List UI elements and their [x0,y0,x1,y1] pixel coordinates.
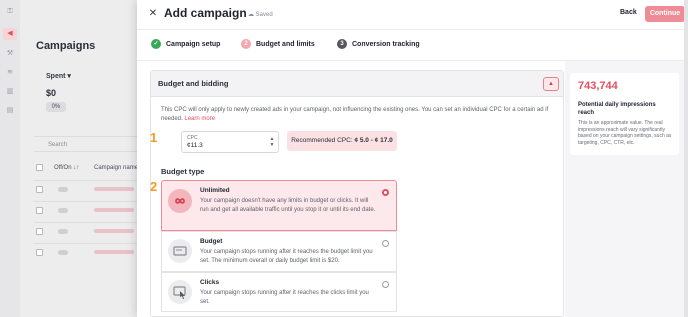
spent-percent-badge: 0% [46,102,66,112]
stepper-arrows-icon[interactable]: ▲ ▼ [268,136,276,148]
search-placeholder: Search [48,142,68,148]
table-row[interactable] [34,201,138,221]
wizard-steps: ✓ Campaign setup 2 Budget and limits 3 C… [137,29,688,61]
table-row[interactable] [34,180,138,200]
reach-title: Potential daily impressions reach [578,102,656,116]
recommended-range: ¢ 5.0 - ¢ 17.0 [354,137,393,144]
continue-button[interactable]: Continue [645,6,685,22]
budget-option-budget[interactable]: Budget Your campaign stops running after… [161,231,397,272]
step-number: 3 [337,39,347,49]
budget-type-title: Budget type [161,167,205,176]
panel-header: ✕ Add campaign ☁ Saved Back Continue [137,0,688,29]
panel-title: Add campaign [164,6,247,20]
check-icon: ✓ [151,39,161,49]
close-icon[interactable]: ✕ [148,8,158,20]
cpc-input[interactable]: CPC ¢11.3 ▲ ▼ [181,131,279,153]
cursor-click-icon [168,280,192,304]
option-title: Clicks [200,279,220,286]
campaign-search[interactable]: Search [34,136,138,152]
section-title: Budget and bidding [158,79,229,88]
step-number: 2 [241,39,251,49]
row-toggle[interactable] [58,250,68,255]
select-all-checkbox[interactable] [36,164,43,171]
reach-card: 743,744 Potential daily impressions reac… [570,73,679,155]
layers-icon[interactable]: ≋ [6,69,14,76]
section-header: Budget and bidding ▲ [151,71,563,97]
add-campaign-panel: ✕ Add campaign ☁ Saved Back Continue ✓ C… [137,0,688,317]
step-label: Campaign setup [166,41,221,48]
document-icon[interactable]: ▤ [6,107,14,114]
option-desc: Your campaign stops running after it rea… [200,249,373,264]
step-label: Conversion tracking [352,41,420,48]
row-checkbox[interactable] [36,228,43,235]
row-toggle[interactable] [58,187,68,192]
wallet-icon [168,239,192,263]
saved-label: Saved [255,12,273,18]
tools-icon[interactable]: ⚒ [6,50,14,57]
cpc-note: This CPC will only apply to newly create… [161,106,557,124]
learn-more-link[interactable]: Learn more [184,116,215,122]
cpc-label: CPC [187,135,198,141]
row-name[interactable] [94,229,134,233]
spent-dropdown[interactable]: Spent ▾ [46,72,71,80]
cloud-icon: ☁ [248,12,254,18]
row-checkbox[interactable] [36,249,43,256]
row-name[interactable] [94,250,134,254]
table-row[interactable] [34,243,138,263]
recommended-prefix: Recommended CPC: [291,137,353,144]
spent-value: $0 [46,88,57,98]
scrollbar[interactable] [684,0,688,317]
collapse-chevron-up-icon[interactable]: ▲ [543,77,559,91]
budget-option-unlimited[interactable]: Unlimited Your campaign doesn't have any… [161,180,397,231]
back-button[interactable]: Back [620,9,637,16]
stats-icon[interactable]: ▥ [6,88,14,95]
column-campaign-name[interactable]: Campaign name [94,160,138,176]
saved-status: ☁ Saved [248,11,273,18]
radio-unselected[interactable] [382,240,389,247]
option-title: Budget [200,238,223,245]
budget-bidding-section: Budget and bidding ▲ This CPC will only … [150,70,564,317]
cpc-value[interactable]: ¢11.3 [187,142,203,149]
infinity-icon [168,189,192,213]
step-label: Budget and limits [256,41,315,48]
option-title: Unlimited [200,187,230,194]
reach-sidebar: 743,744 Potential daily impressions reac… [565,61,688,317]
cpc-note-text: This CPC will only apply to newly create… [161,107,549,122]
table-row[interactable] [34,222,138,242]
campaigns-title: Campaigns [36,40,96,52]
megaphone-icon[interactable]: ◀ [3,28,17,40]
option-desc: Your campaign doesn't have any limits in… [200,198,376,213]
left-nav-rail: ⚿ ◀ ⚒ ≋ ▥ ▤ [0,0,20,317]
row-name[interactable] [94,208,134,212]
campaign-table-header: Off/On ↓↑ Campaign name [34,160,138,176]
radio-selected[interactable] [382,189,389,196]
reach-value: 743,744 [578,80,618,92]
budget-option-clicks[interactable]: Clicks Your campaign stops running after… [161,272,397,312]
row-checkbox[interactable] [36,207,43,214]
row-name[interactable] [94,187,134,191]
recommended-cpc-badge: Recommended CPC: ¢ 5.0 - ¢ 17.0 [287,131,397,151]
reach-note: This is an approximate value. The real i… [578,120,672,146]
key-icon[interactable]: ⚿ [6,8,14,15]
row-toggle[interactable] [58,229,68,234]
row-toggle[interactable] [58,208,68,213]
option-desc: Your campaign stops running after it rea… [200,290,369,305]
annotation-marker-1: 1 [150,130,158,145]
app-root: ⚿ ◀ ⚒ ≋ ▥ ▤ Campaigns Spent ▾ $0 0% Sear… [0,0,688,317]
column-onoff[interactable]: Off/On ↓↑ [54,160,79,176]
radio-unselected[interactable] [382,281,389,288]
annotation-marker-2: 2 [150,179,158,194]
row-checkbox[interactable] [36,186,43,193]
